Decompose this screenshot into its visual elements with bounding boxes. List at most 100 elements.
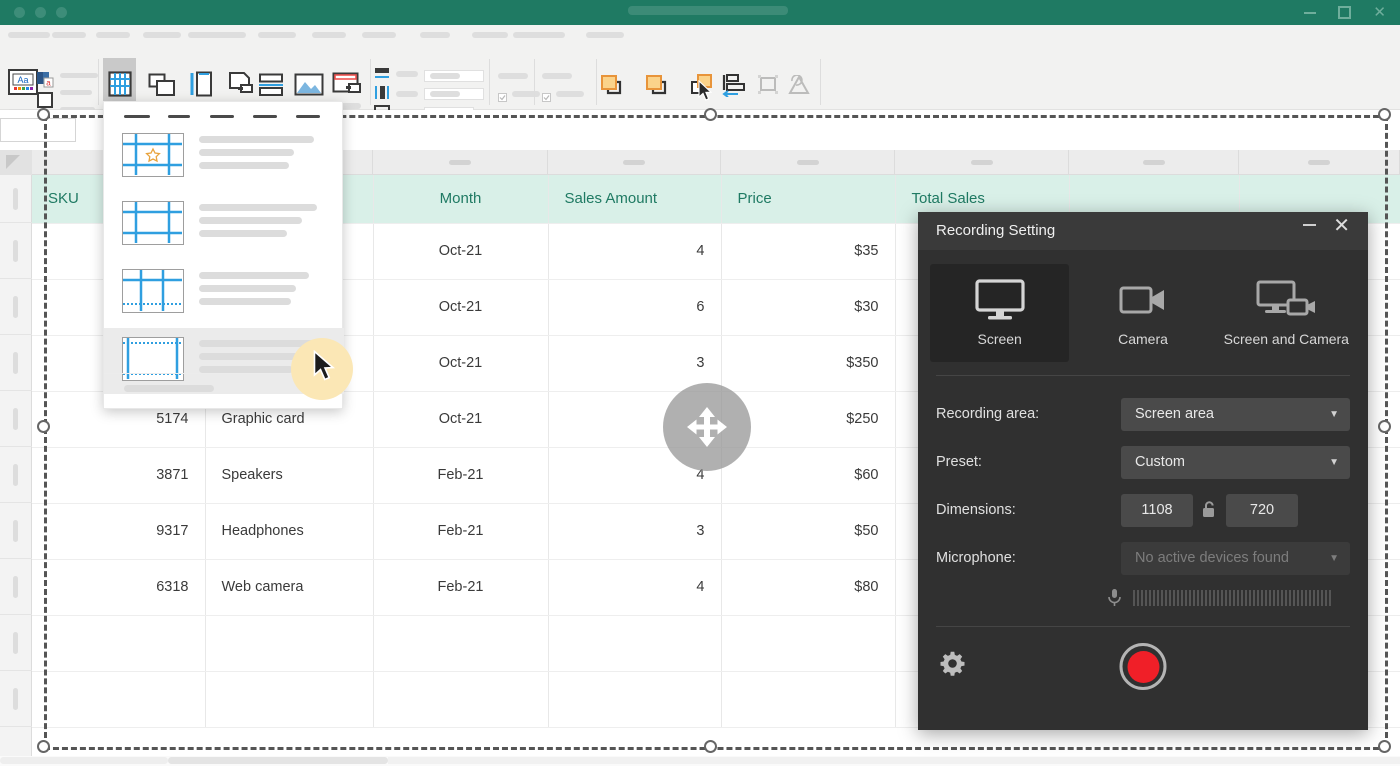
row-header[interactable] [0, 223, 32, 279]
column-header-H[interactable] [1239, 150, 1400, 175]
header-footer-tool[interactable] [332, 72, 362, 102]
row-header[interactable] [0, 447, 32, 503]
table-style-option-two-column[interactable] [104, 192, 344, 258]
close-dot-icon[interactable] [14, 7, 25, 18]
selection-handle-bottom-left[interactable] [37, 740, 50, 753]
text-box-tool[interactable]: Aa [8, 69, 38, 100]
cell-empty[interactable] [32, 671, 205, 727]
dimension-width-input[interactable]: 1108 [1121, 494, 1193, 527]
cell-price[interactable]: $60 [721, 447, 895, 503]
selection-handle-middle-left[interactable] [37, 420, 50, 433]
recording-mode-camera[interactable]: Camera [1073, 264, 1212, 362]
recording-setting-dialog[interactable]: Recording Setting ✕ Screen Camera [918, 212, 1368, 730]
dropdown-tab[interactable] [124, 115, 150, 118]
columns-tool[interactable] [190, 71, 212, 102]
move-selection-handle[interactable] [663, 383, 751, 471]
cell-empty[interactable] [548, 615, 721, 671]
minimize-icon[interactable] [1303, 224, 1316, 226]
cell-month[interactable]: Oct-21 [373, 391, 548, 447]
image-tool[interactable] [294, 73, 324, 101]
cell-empty[interactable] [205, 671, 373, 727]
dropdown-footer-item[interactable] [124, 385, 214, 392]
horizontal-scrollbar[interactable] [0, 756, 1400, 766]
align-middle-tool[interactable] [374, 85, 390, 105]
column-header-F[interactable] [895, 150, 1069, 175]
gear-icon[interactable] [940, 651, 965, 681]
table-tool[interactable] [108, 71, 132, 102]
recording-area-select[interactable]: Screen area ▼ [1121, 398, 1350, 431]
row-header[interactable] [0, 559, 32, 615]
minimize-dot-icon[interactable] [35, 7, 46, 18]
row-header[interactable] [0, 279, 32, 335]
selection-handle-bottom-center[interactable] [704, 740, 717, 753]
cell-sku[interactable]: 3871 [32, 447, 205, 503]
row-header[interactable] [0, 615, 32, 671]
cell-product[interactable]: Headphones [205, 503, 373, 559]
cell-price[interactable]: $80 [721, 559, 895, 615]
close-icon[interactable]: ✕ [1333, 216, 1350, 236]
ribbon-checkbox-3[interactable] [542, 89, 551, 107]
cell-month[interactable]: Oct-21 [373, 279, 548, 335]
selection-handle-middle-right[interactable] [1378, 420, 1391, 433]
recording-mode-screen-and-camera[interactable]: Screen and Camera [1217, 264, 1356, 362]
cell-empty[interactable] [373, 671, 548, 727]
row-header[interactable] [0, 391, 32, 447]
cell-sales-amount[interactable]: 3 [548, 503, 721, 559]
cell-price[interactable]: $35 [721, 223, 895, 279]
selection-handle-top-center[interactable] [704, 108, 717, 121]
dropdown-tab[interactable] [296, 115, 320, 118]
cell-sales-amount[interactable]: 6 [548, 279, 721, 335]
minimize-icon[interactable] [1304, 12, 1316, 14]
recording-mode-screen[interactable]: Screen [930, 264, 1069, 362]
selection-handle-bottom-right[interactable] [1378, 740, 1391, 753]
send-backward-tool[interactable] [645, 73, 671, 102]
cell-empty[interactable] [548, 671, 721, 727]
bring-forward-tool[interactable] [600, 73, 626, 102]
column-header-E[interactable] [721, 150, 895, 175]
cell-sku[interactable]: 9317 [32, 503, 205, 559]
page-break-tool[interactable] [228, 71, 254, 102]
cell-sales-amount[interactable]: 4 [548, 223, 721, 279]
cell-month[interactable]: Feb-21 [373, 447, 548, 503]
cell-price[interactable]: $30 [721, 279, 895, 335]
cell-price[interactable]: $50 [721, 503, 895, 559]
zoom-dot-icon[interactable] [56, 7, 67, 18]
dropdown-tab[interactable] [253, 115, 277, 118]
ribbon-checkbox-1[interactable] [498, 89, 507, 107]
maximize-icon[interactable] [1338, 6, 1351, 19]
table-style-option-grid[interactable] [104, 260, 344, 326]
cell-month[interactable]: Oct-21 [373, 335, 548, 391]
row-header[interactable] [0, 503, 32, 559]
name-box-input[interactable] [0, 118, 76, 142]
column-header-sales-amount[interactable]: Sales Amount [548, 175, 721, 223]
cell-sku[interactable]: 6318 [32, 559, 205, 615]
record-button[interactable] [1120, 643, 1167, 690]
cell-sales-amount[interactable]: 4 [548, 559, 721, 615]
preset-select[interactable]: Custom ▼ [1121, 446, 1350, 479]
cell-month[interactable]: Feb-21 [373, 503, 548, 559]
cell-month[interactable]: Feb-21 [373, 559, 548, 615]
column-header-G[interactable] [1069, 150, 1239, 175]
cell-empty[interactable] [721, 615, 895, 671]
cell-empty[interactable] [205, 615, 373, 671]
microphone-select[interactable]: No active devices found ▼ [1121, 542, 1350, 575]
select-all-corner[interactable] [0, 150, 32, 175]
table-style-option-favorite[interactable] [104, 124, 344, 190]
dimension-height-input[interactable]: 720 [1226, 494, 1298, 527]
cell-price[interactable]: $350 [721, 335, 895, 391]
selection-handle-top-right[interactable] [1378, 108, 1391, 121]
close-icon[interactable]: ✕ [1373, 5, 1386, 20]
split-rows-tool[interactable] [258, 73, 284, 102]
align-top-tool[interactable] [374, 67, 390, 87]
cell-month[interactable]: Oct-21 [373, 223, 548, 279]
cell-empty[interactable] [721, 671, 895, 727]
row-header[interactable] [0, 335, 32, 391]
cell-product[interactable]: Web camera [205, 559, 373, 615]
cell-product[interactable]: Speakers [205, 447, 373, 503]
cell-empty[interactable] [373, 615, 548, 671]
dropdown-tab[interactable] [168, 115, 190, 118]
cell-empty[interactable] [32, 615, 205, 671]
row-header[interactable] [0, 671, 32, 727]
scrollbar-thumb[interactable] [168, 757, 388, 764]
selection-handle-top-left[interactable] [37, 108, 50, 121]
